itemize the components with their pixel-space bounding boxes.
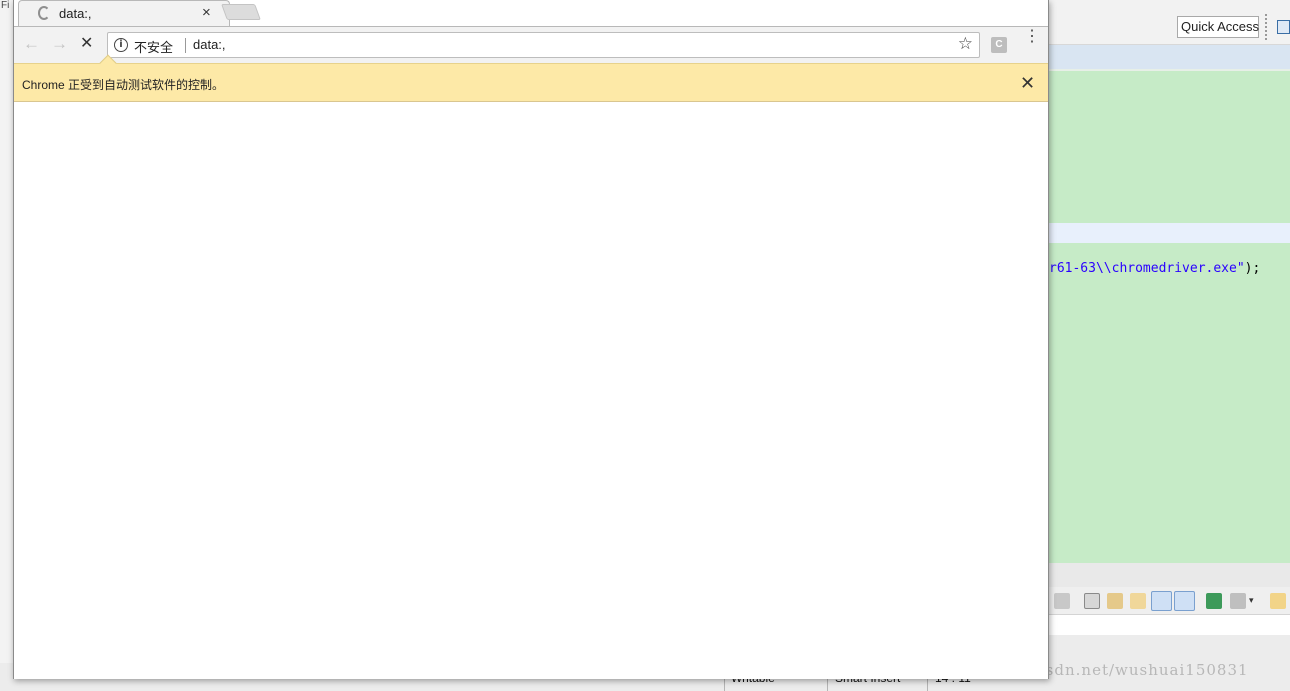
url-text[interactable]: data:, bbox=[193, 37, 226, 52]
browser-toolbar: ← → ✕ i 不安全 data:, ☆ C ⋮ bbox=[14, 26, 1048, 63]
bookmark-star-icon[interactable]: ☆ bbox=[958, 34, 973, 54]
back-icon[interactable]: ← bbox=[23, 35, 40, 53]
info-icon[interactable]: i bbox=[114, 38, 128, 52]
word-wrap-icon[interactable] bbox=[1130, 593, 1146, 609]
remove-all-terminated-icon[interactable] bbox=[1054, 593, 1070, 609]
infobar-close-icon[interactable]: ✕ bbox=[1020, 73, 1035, 94]
show-console-on-output-icon[interactable] bbox=[1151, 591, 1172, 611]
show-console-on-error-icon[interactable] bbox=[1174, 591, 1195, 611]
address-bar[interactable]: i 不安全 data:, ☆ bbox=[107, 32, 980, 58]
chrome-menu-icon[interactable]: ⋮ bbox=[1024, 29, 1040, 45]
stop-loading-icon[interactable]: ✕ bbox=[80, 35, 93, 53]
eclipse-left-strip: Fi bbox=[0, 0, 14, 691]
eclipse-menu-fragment: Fi bbox=[1, 0, 10, 11]
security-status-label[interactable]: 不安全 bbox=[134, 37, 173, 56]
page-content[interactable] bbox=[14, 103, 1048, 679]
tab-strip: data:, × bbox=[14, 0, 1048, 26]
console-area[interactable] bbox=[1048, 615, 1290, 635]
pin-console-icon[interactable] bbox=[1206, 593, 1222, 609]
console-toolbar: ▾ bbox=[1048, 587, 1290, 615]
editor-gap bbox=[1048, 563, 1290, 587]
infobar-message: Chrome 正受到自动测试软件的控制。 bbox=[22, 78, 225, 92]
editor-tab-bar bbox=[1048, 45, 1290, 69]
chrome-browser-window: data:, × ← → ✕ i 不安全 data:, ☆ C ⋮ Chrome… bbox=[13, 0, 1049, 679]
clear-console-icon[interactable] bbox=[1084, 593, 1100, 609]
code-line: r61-63\\chromedriver.exe"); bbox=[1049, 261, 1260, 276]
open-console-icon[interactable] bbox=[1270, 593, 1286, 609]
code-string: r61-63\\chromedriver.exe" bbox=[1049, 261, 1245, 276]
tab-data[interactable]: data:, × bbox=[18, 0, 230, 26]
loading-spinner-icon bbox=[38, 6, 50, 20]
omnibox-divider bbox=[185, 38, 186, 53]
chevron-down-icon[interactable]: ▾ bbox=[1249, 596, 1257, 605]
toolbar-grip[interactable] bbox=[1265, 14, 1268, 40]
current-line-highlight bbox=[1048, 223, 1290, 243]
code-editor[interactable]: r61-63\\chromedriver.exe"); bbox=[1048, 69, 1290, 563]
forward-icon[interactable]: → bbox=[51, 35, 68, 53]
quick-access-field[interactable]: Quick Access bbox=[1177, 16, 1259, 38]
automation-infobar: Chrome 正受到自动测试软件的控制。 ✕ bbox=[14, 54, 1048, 102]
code-punctuation: ); bbox=[1244, 261, 1261, 276]
tab-title: data:, bbox=[59, 6, 92, 21]
extension-icon[interactable]: C bbox=[991, 37, 1007, 53]
scroll-lock-icon[interactable] bbox=[1107, 593, 1123, 609]
display-console-icon[interactable] bbox=[1230, 593, 1246, 609]
perspective-icon[interactable] bbox=[1277, 20, 1290, 34]
tab-close-icon[interactable]: × bbox=[202, 4, 211, 21]
new-tab-button[interactable] bbox=[221, 4, 261, 20]
